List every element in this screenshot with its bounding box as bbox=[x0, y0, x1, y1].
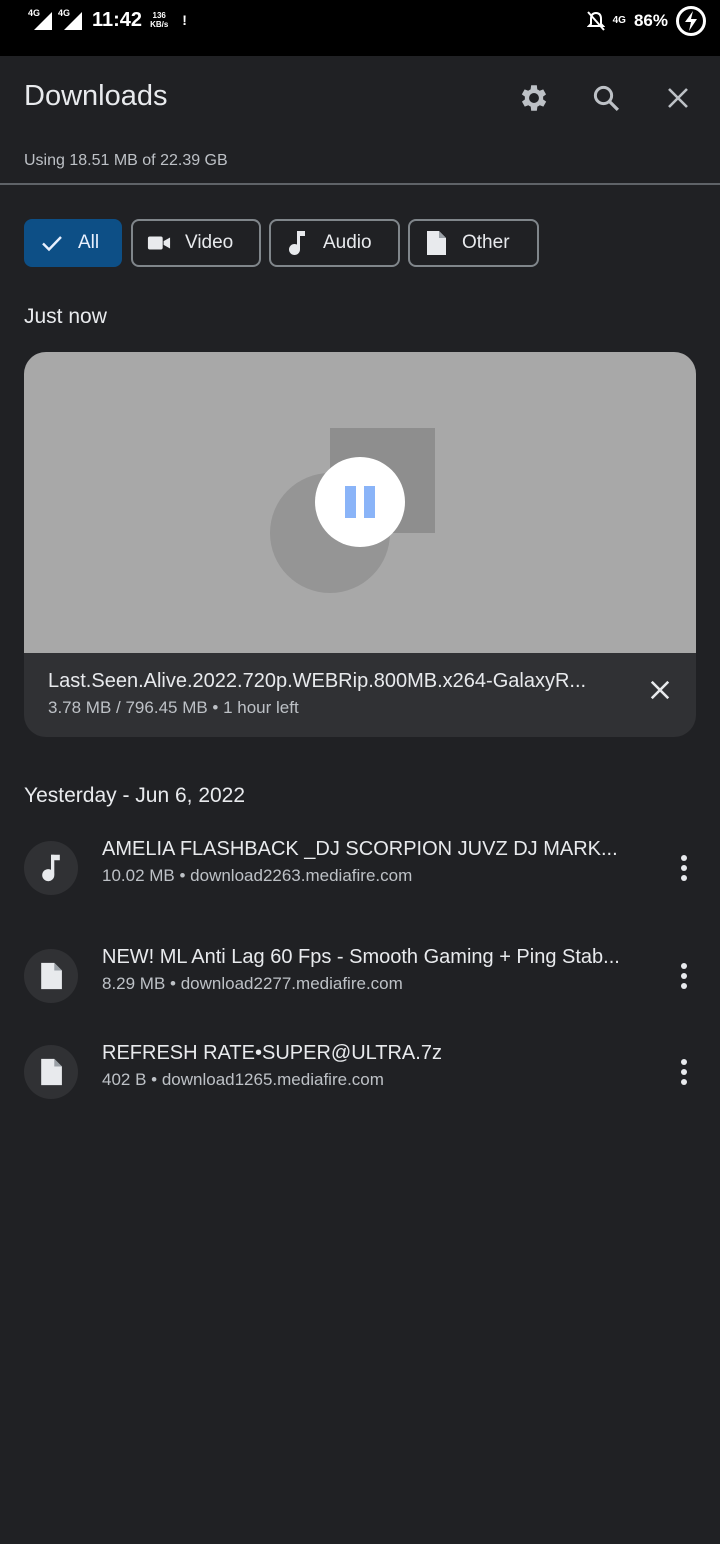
list-item[interactable]: NEW! ML Anti Lag 60 Fps - Smooth Gaming … bbox=[0, 946, 720, 1029]
filter-chip-other[interactable]: Other bbox=[408, 219, 539, 267]
charging-icon bbox=[676, 6, 706, 36]
filter-chip-label: Other bbox=[462, 232, 510, 253]
network-type: 4G bbox=[612, 15, 626, 26]
filter-chip-video[interactable]: Video bbox=[131, 219, 261, 267]
speed-value: 136 bbox=[152, 11, 166, 20]
cancel-download-button[interactable] bbox=[642, 672, 678, 708]
more-vert-icon bbox=[681, 855, 687, 861]
file-meta: 402 B • download1265.mediafire.com bbox=[102, 1070, 384, 1089]
mute-bell-icon bbox=[586, 11, 605, 31]
filter-chip-all[interactable]: All bbox=[24, 219, 122, 267]
filter-chip-audio[interactable]: Audio bbox=[269, 219, 400, 267]
settings-button[interactable] bbox=[514, 78, 554, 118]
check-icon bbox=[40, 231, 64, 255]
section-header-just-now: Just now bbox=[24, 305, 107, 328]
more-vert-icon bbox=[681, 1059, 687, 1065]
file-type-avatar bbox=[24, 1045, 78, 1099]
music-note-icon bbox=[42, 854, 60, 882]
file-type-avatar bbox=[24, 949, 78, 1003]
file-name: REFRESH RATE•SUPER@ULTRA.7z bbox=[102, 1042, 442, 1064]
list-item[interactable]: AMELIA FLASHBACK _DJ SCORPION JUVZ DJ MA… bbox=[0, 838, 720, 921]
network-speed: 136 KB/s bbox=[150, 11, 168, 29]
speed-unit: KB/s bbox=[150, 20, 169, 29]
more-options-button[interactable] bbox=[668, 1051, 700, 1093]
music-note-icon bbox=[285, 231, 309, 255]
section-header-yesterday: Yesterday - Jun 6, 2022 bbox=[24, 784, 246, 807]
gear-icon bbox=[521, 85, 547, 111]
filter-chip-label: All bbox=[78, 232, 100, 253]
filter-chip-label: Audio bbox=[323, 232, 372, 253]
clock: 11:42 bbox=[92, 8, 143, 31]
close-icon bbox=[668, 88, 688, 108]
more-options-button[interactable] bbox=[668, 847, 700, 889]
file-name: NEW! ML Anti Lag 60 Fps - Smooth Gaming … bbox=[102, 946, 620, 968]
close-icon bbox=[650, 680, 670, 700]
file-type-avatar bbox=[24, 841, 78, 895]
video-camera-icon bbox=[147, 231, 171, 255]
pause-icon bbox=[345, 486, 356, 518]
signal-icon: 4G bbox=[58, 8, 82, 32]
pause-button[interactable] bbox=[315, 457, 405, 547]
page-title: Downloads bbox=[24, 80, 168, 112]
document-icon bbox=[41, 1058, 62, 1086]
file-meta: 8.29 MB • download2277.mediafire.com bbox=[102, 974, 403, 993]
signal-icon: 4G bbox=[28, 8, 52, 32]
search-button[interactable] bbox=[586, 78, 626, 118]
battery-percent: 86% bbox=[633, 11, 668, 30]
file-meta: 10.02 MB • download2263.mediafire.com bbox=[102, 866, 413, 885]
divider bbox=[0, 183, 720, 185]
more-options-button[interactable] bbox=[668, 955, 700, 997]
search-icon bbox=[593, 85, 620, 112]
download-file-name: Last.Seen.Alive.2022.720p.WEBRip.800MB.x… bbox=[48, 670, 587, 692]
more-vert-icon bbox=[681, 963, 687, 969]
document-icon bbox=[424, 231, 448, 255]
file-name: AMELIA FLASHBACK _DJ SCORPION JUVZ DJ MA… bbox=[102, 838, 618, 860]
notification-alert-icon: ! bbox=[182, 12, 187, 28]
storage-usage: Using 18.51 MB of 22.39 GB bbox=[24, 152, 228, 169]
filter-chip-label: Video bbox=[185, 232, 234, 253]
status-bar: 4G 4G 11:42 136 KB/s ! 4G 86% bbox=[0, 0, 720, 56]
list-item[interactable]: REFRESH RATE•SUPER@ULTRA.7z 402 B • down… bbox=[0, 1042, 720, 1125]
active-download-card[interactable]: Last.Seen.Alive.2022.720p.WEBRip.800MB.x… bbox=[24, 352, 696, 737]
document-icon bbox=[41, 962, 62, 990]
close-button[interactable] bbox=[658, 78, 698, 118]
download-thumbnail bbox=[24, 352, 696, 653]
download-progress-text: 3.78 MB / 796.45 MB • 1 hour left bbox=[48, 698, 299, 717]
